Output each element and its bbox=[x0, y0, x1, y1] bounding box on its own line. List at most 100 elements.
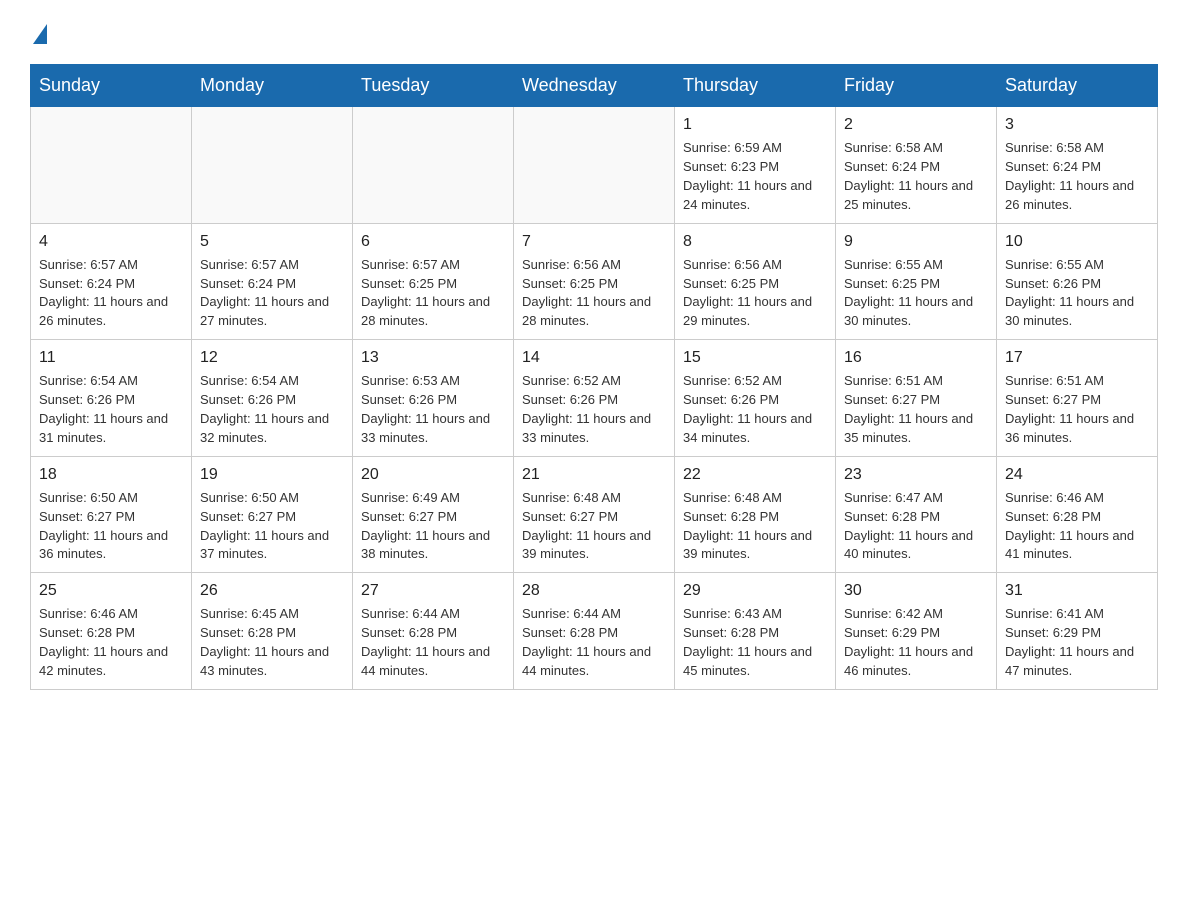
day-info: Sunrise: 6:48 AMSunset: 6:27 PMDaylight:… bbox=[522, 489, 666, 564]
calendar-cell: 24Sunrise: 6:46 AMSunset: 6:28 PMDayligh… bbox=[997, 456, 1158, 573]
calendar-week-row: 4 Sunrise: 6:57 AMSunset: 6:24 PMDaylight… bbox=[31, 223, 1158, 340]
day-info: Sunrise: 6:49 AMSunset: 6:27 PMDaylight:… bbox=[361, 489, 505, 564]
calendar-cell: 10 Sunrise: 6:55 AMSunset: 6:26 PMDayligh… bbox=[997, 223, 1158, 340]
calendar-cell: 12Sunrise: 6:54 AMSunset: 6:26 PMDayligh… bbox=[192, 340, 353, 457]
day-of-week-header: Sunday bbox=[31, 65, 192, 107]
day-info: Sunrise: 6:56 AMSunset: 6:25 PMDaylight:… bbox=[522, 256, 666, 331]
day-of-week-header: Friday bbox=[836, 65, 997, 107]
day-info: Sunrise: 6:43 AMSunset: 6:28 PMDaylight:… bbox=[683, 605, 827, 680]
day-number: 10 bbox=[1005, 230, 1149, 253]
day-info: Sunrise: 6:44 AMSunset: 6:28 PMDaylight:… bbox=[361, 605, 505, 680]
day-info: Sunrise: 6:50 AMSunset: 6:27 PMDaylight:… bbox=[200, 489, 344, 564]
calendar-week-row: 11 Sunrise: 6:54 AMSunset: 6:26 PMDayligh… bbox=[31, 340, 1158, 457]
day-info: Sunrise: 6:52 AMSunset: 6:26 PMDaylight:… bbox=[522, 372, 666, 447]
day-number: 17 bbox=[1005, 346, 1149, 369]
day-info: Sunrise: 6:50 AMSunset: 6:27 PMDaylight:… bbox=[39, 489, 183, 564]
day-number: 15 bbox=[683, 346, 827, 369]
calendar-cell bbox=[192, 107, 353, 224]
day-number: 18 bbox=[39, 463, 183, 486]
day-number: 9 bbox=[844, 230, 988, 253]
day-number: 22 bbox=[683, 463, 827, 486]
calendar-cell: 8 Sunrise: 6:56 AMSunset: 6:25 PMDaylight… bbox=[675, 223, 836, 340]
day-number: 29 bbox=[683, 579, 827, 602]
day-number: 16 bbox=[844, 346, 988, 369]
day-number: 2 bbox=[844, 113, 988, 136]
calendar-week-row: 1Sunrise: 6:59 AMSunset: 6:23 PMDaylight… bbox=[31, 107, 1158, 224]
logo bbox=[30, 20, 51, 44]
calendar-week-row: 25 Sunrise: 6:46 AMSunset: 6:28 PMDayligh… bbox=[31, 573, 1158, 690]
day-info: Sunrise: 6:42 AMSunset: 6:29 PMDaylight:… bbox=[844, 605, 988, 680]
day-of-week-header: Thursday bbox=[675, 65, 836, 107]
day-number: 11 bbox=[39, 346, 183, 369]
day-number: 6 bbox=[361, 230, 505, 253]
calendar-cell: 4 Sunrise: 6:57 AMSunset: 6:24 PMDaylight… bbox=[31, 223, 192, 340]
day-info: Sunrise: 6:51 AMSunset: 6:27 PMDaylight:… bbox=[844, 372, 988, 447]
day-number: 14 bbox=[522, 346, 666, 369]
day-number: 21 bbox=[522, 463, 666, 486]
calendar-cell: 23 Sunrise: 6:47 AMSunset: 6:28 PMDayligh… bbox=[836, 456, 997, 573]
logo-triangle-icon bbox=[33, 24, 47, 44]
day-info: Sunrise: 6:57 AMSunset: 6:24 PMDaylight:… bbox=[200, 256, 344, 331]
day-number: 4 bbox=[39, 230, 183, 253]
day-number: 12 bbox=[200, 346, 344, 369]
calendar-cell: 29 Sunrise: 6:43 AMSunset: 6:28 PMDayligh… bbox=[675, 573, 836, 690]
day-info: Sunrise: 6:56 AMSunset: 6:25 PMDaylight:… bbox=[683, 256, 827, 331]
day-info: Sunrise: 6:53 AMSunset: 6:26 PMDaylight:… bbox=[361, 372, 505, 447]
calendar-cell: 20 Sunrise: 6:49 AMSunset: 6:27 PMDayligh… bbox=[353, 456, 514, 573]
calendar-cell: 5 Sunrise: 6:57 AMSunset: 6:24 PMDaylight… bbox=[192, 223, 353, 340]
calendar-cell bbox=[31, 107, 192, 224]
calendar-cell: 19 Sunrise: 6:50 AMSunset: 6:27 PMDayligh… bbox=[192, 456, 353, 573]
calendar-header-row: SundayMondayTuesdayWednesdayThursdayFrid… bbox=[31, 65, 1158, 107]
day-info: Sunrise: 6:57 AMSunset: 6:25 PMDaylight:… bbox=[361, 256, 505, 331]
day-info: Sunrise: 6:46 AMSunset: 6:28 PMDaylight:… bbox=[39, 605, 183, 680]
calendar-cell: 15 Sunrise: 6:52 AMSunset: 6:26 PMDayligh… bbox=[675, 340, 836, 457]
page-header bbox=[30, 20, 1158, 44]
calendar-cell: 16 Sunrise: 6:51 AMSunset: 6:27 PMDayligh… bbox=[836, 340, 997, 457]
day-number: 3 bbox=[1005, 113, 1149, 136]
day-info: Sunrise: 6:47 AMSunset: 6:28 PMDaylight:… bbox=[844, 489, 988, 564]
day-number: 25 bbox=[39, 579, 183, 602]
calendar-cell: 2 Sunrise: 6:58 AMSunset: 6:24 PMDaylight… bbox=[836, 107, 997, 224]
day-info: Sunrise: 6:55 AMSunset: 6:26 PMDaylight:… bbox=[1005, 256, 1149, 331]
calendar-cell: 27 Sunrise: 6:44 AMSunset: 6:28 PMDayligh… bbox=[353, 573, 514, 690]
calendar-cell: 30 Sunrise: 6:42 AMSunset: 6:29 PMDayligh… bbox=[836, 573, 997, 690]
calendar-cell: 28Sunrise: 6:44 AMSunset: 6:28 PMDayligh… bbox=[514, 573, 675, 690]
day-number: 26 bbox=[200, 579, 344, 602]
calendar-cell: 21 Sunrise: 6:48 AMSunset: 6:27 PMDayligh… bbox=[514, 456, 675, 573]
day-info: Sunrise: 6:58 AMSunset: 6:24 PMDaylight:… bbox=[844, 139, 988, 214]
calendar-table: SundayMondayTuesdayWednesdayThursdayFrid… bbox=[30, 64, 1158, 690]
calendar-cell: 26 Sunrise: 6:45 AMSunset: 6:28 PMDayligh… bbox=[192, 573, 353, 690]
calendar-cell: 3Sunrise: 6:58 AMSunset: 6:24 PMDaylight… bbox=[997, 107, 1158, 224]
day-of-week-header: Monday bbox=[192, 65, 353, 107]
day-of-week-header: Saturday bbox=[997, 65, 1158, 107]
day-number: 30 bbox=[844, 579, 988, 602]
day-number: 5 bbox=[200, 230, 344, 253]
calendar-cell: 22 Sunrise: 6:48 AMSunset: 6:28 PMDayligh… bbox=[675, 456, 836, 573]
calendar-cell: 14 Sunrise: 6:52 AMSunset: 6:26 PMDayligh… bbox=[514, 340, 675, 457]
day-number: 31 bbox=[1005, 579, 1149, 602]
day-number: 1 bbox=[683, 113, 827, 136]
calendar-cell: 6 Sunrise: 6:57 AMSunset: 6:25 PMDaylight… bbox=[353, 223, 514, 340]
calendar-cell: 17 Sunrise: 6:51 AMSunset: 6:27 PMDayligh… bbox=[997, 340, 1158, 457]
day-number: 23 bbox=[844, 463, 988, 486]
day-info: Sunrise: 6:51 AMSunset: 6:27 PMDaylight:… bbox=[1005, 372, 1149, 447]
day-of-week-header: Tuesday bbox=[353, 65, 514, 107]
day-info: Sunrise: 6:45 AMSunset: 6:28 PMDaylight:… bbox=[200, 605, 344, 680]
day-info: Sunrise: 6:54 AMSunset: 6:26 PMDaylight:… bbox=[39, 372, 183, 447]
day-info: Sunrise: 6:57 AMSunset: 6:24 PMDaylight:… bbox=[39, 256, 183, 331]
calendar-cell: 1Sunrise: 6:59 AMSunset: 6:23 PMDaylight… bbox=[675, 107, 836, 224]
day-info: Sunrise: 6:52 AMSunset: 6:26 PMDaylight:… bbox=[683, 372, 827, 447]
day-info: Sunrise: 6:46 AMSunset: 6:28 PMDaylight:… bbox=[1005, 489, 1149, 564]
calendar-cell: 13Sunrise: 6:53 AMSunset: 6:26 PMDayligh… bbox=[353, 340, 514, 457]
day-number: 20 bbox=[361, 463, 505, 486]
day-number: 28 bbox=[522, 579, 666, 602]
day-info: Sunrise: 6:48 AMSunset: 6:28 PMDaylight:… bbox=[683, 489, 827, 564]
day-number: 8 bbox=[683, 230, 827, 253]
calendar-cell: 7Sunrise: 6:56 AMSunset: 6:25 PMDaylight… bbox=[514, 223, 675, 340]
calendar-week-row: 18 Sunrise: 6:50 AMSunset: 6:27 PMDayligh… bbox=[31, 456, 1158, 573]
day-of-week-header: Wednesday bbox=[514, 65, 675, 107]
day-number: 19 bbox=[200, 463, 344, 486]
calendar-cell: 18 Sunrise: 6:50 AMSunset: 6:27 PMDayligh… bbox=[31, 456, 192, 573]
day-number: 27 bbox=[361, 579, 505, 602]
calendar-cell: 31Sunrise: 6:41 AMSunset: 6:29 PMDayligh… bbox=[997, 573, 1158, 690]
